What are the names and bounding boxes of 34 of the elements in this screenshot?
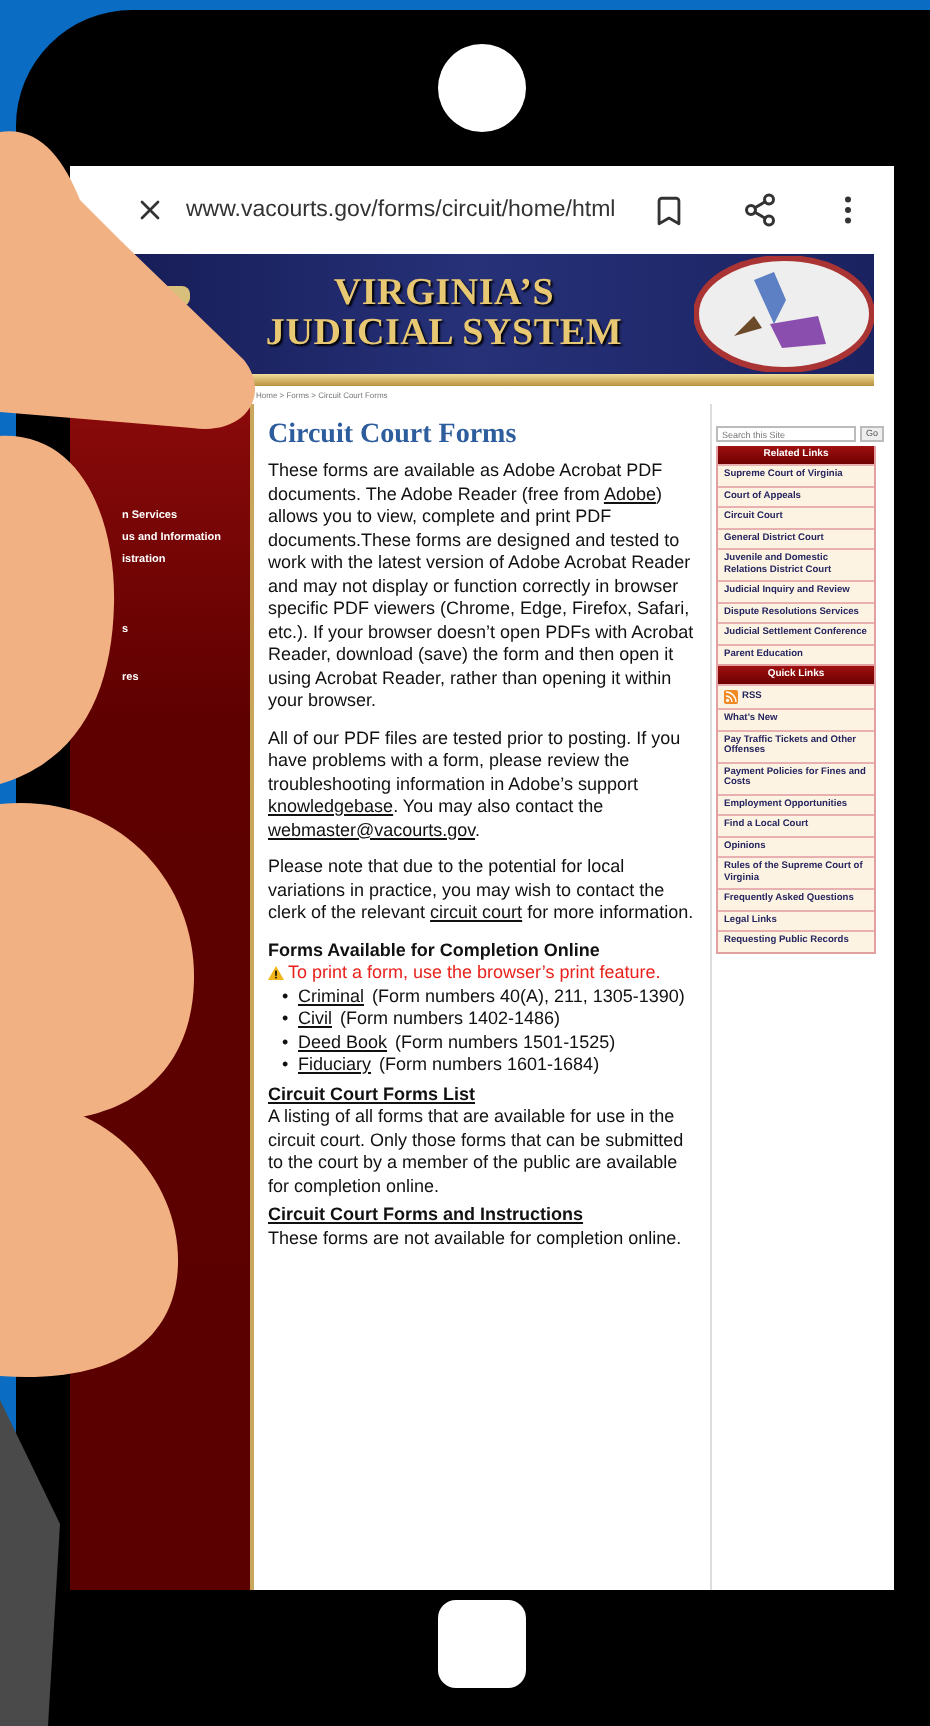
section-text: A listing of all forms that are available for use in the circuit court. Only those forms that can be submitted to the court by a member of the public are available for completion online. [268,1106,686,1198]
page-title: Circuit Court Forms [268,420,519,452]
warning-icon [268,966,284,981]
form-numbers: (Form numbers 1601-1684) [379,1054,600,1074]
link[interactable]: knowledgebase [268,796,394,816]
link[interactable]: webmaster@vacourts.gov [268,819,476,839]
form-numbers: (Form numbers 1402-1486) [340,1008,561,1028]
home-button[interactable] [438,1600,526,1688]
link[interactable]: Adobe [603,483,656,503]
form-numbers: (Form numbers 40(A), 211, 1305-1390) [372,985,685,1005]
section-link[interactable]: Circuit Court Forms List [268,1083,476,1106]
section-link[interactable]: Circuit Court Forms and Instructions [268,1204,584,1227]
paragraph: All of our PDF files are tested prior to posting. If you have problems with a form, please review the troubleshooting information in Adobe’s support knowledgebase. You may also contact the webmaster@vacourts.gov. [268,727,683,842]
form-link[interactable]: Criminal [298,985,365,1005]
bullet: • [282,1054,291,1077]
form-numbers: (Form numbers 1501-1525) [395,1031,616,1051]
form-link[interactable]: Fiduciary [298,1054,372,1074]
warning-text: To print a form, use the browser’s print feature. [288,962,661,985]
thumb-tip-drawing [0,131,124,244]
paragraph: These forms are available as Adobe Acrobat PDF documents. The Adobe Reader (free from Adobe) allows you to view, complete and print PDF documents.These forms are designed and tested to work with the latest version of Adobe Acrobat Reader and may not display or function correctly in browser specific PDF viewers (Chrome, Edge, Firefox, Safari, etc.). If your browser doesn’t open PDFs with Acrobat Reader, download (save) the form and then open it using Acrobat Reader, rather than opening it within your browser. [268,460,696,713]
link[interactable]: circuit court [430,902,523,922]
rss-icon [724,690,738,704]
camera-circle [438,44,526,132]
bullet: • [282,1031,291,1054]
form-link[interactable]: Deed Book [298,1031,388,1051]
bullet: • [282,1008,291,1031]
form-link[interactable]: Civil [298,1008,332,1028]
bullet: • [282,985,291,1008]
section-text: These forms are not available for completion online. [268,1227,684,1250]
paragraph: Please note that due to the potential for local variations in practice, you may wish to contact the clerk of the relevant circuit court for more information. [268,856,696,925]
section-heading: Forms Available for Completion Online [268,939,602,962]
share-icon[interactable] [741,192,778,228]
url-text[interactable]: www.vacourts.gov/forms/circuit/home/html [186,198,616,222]
banner-title: VIRGINIA’S JUDICIAL SYSTEM [265,274,623,354]
